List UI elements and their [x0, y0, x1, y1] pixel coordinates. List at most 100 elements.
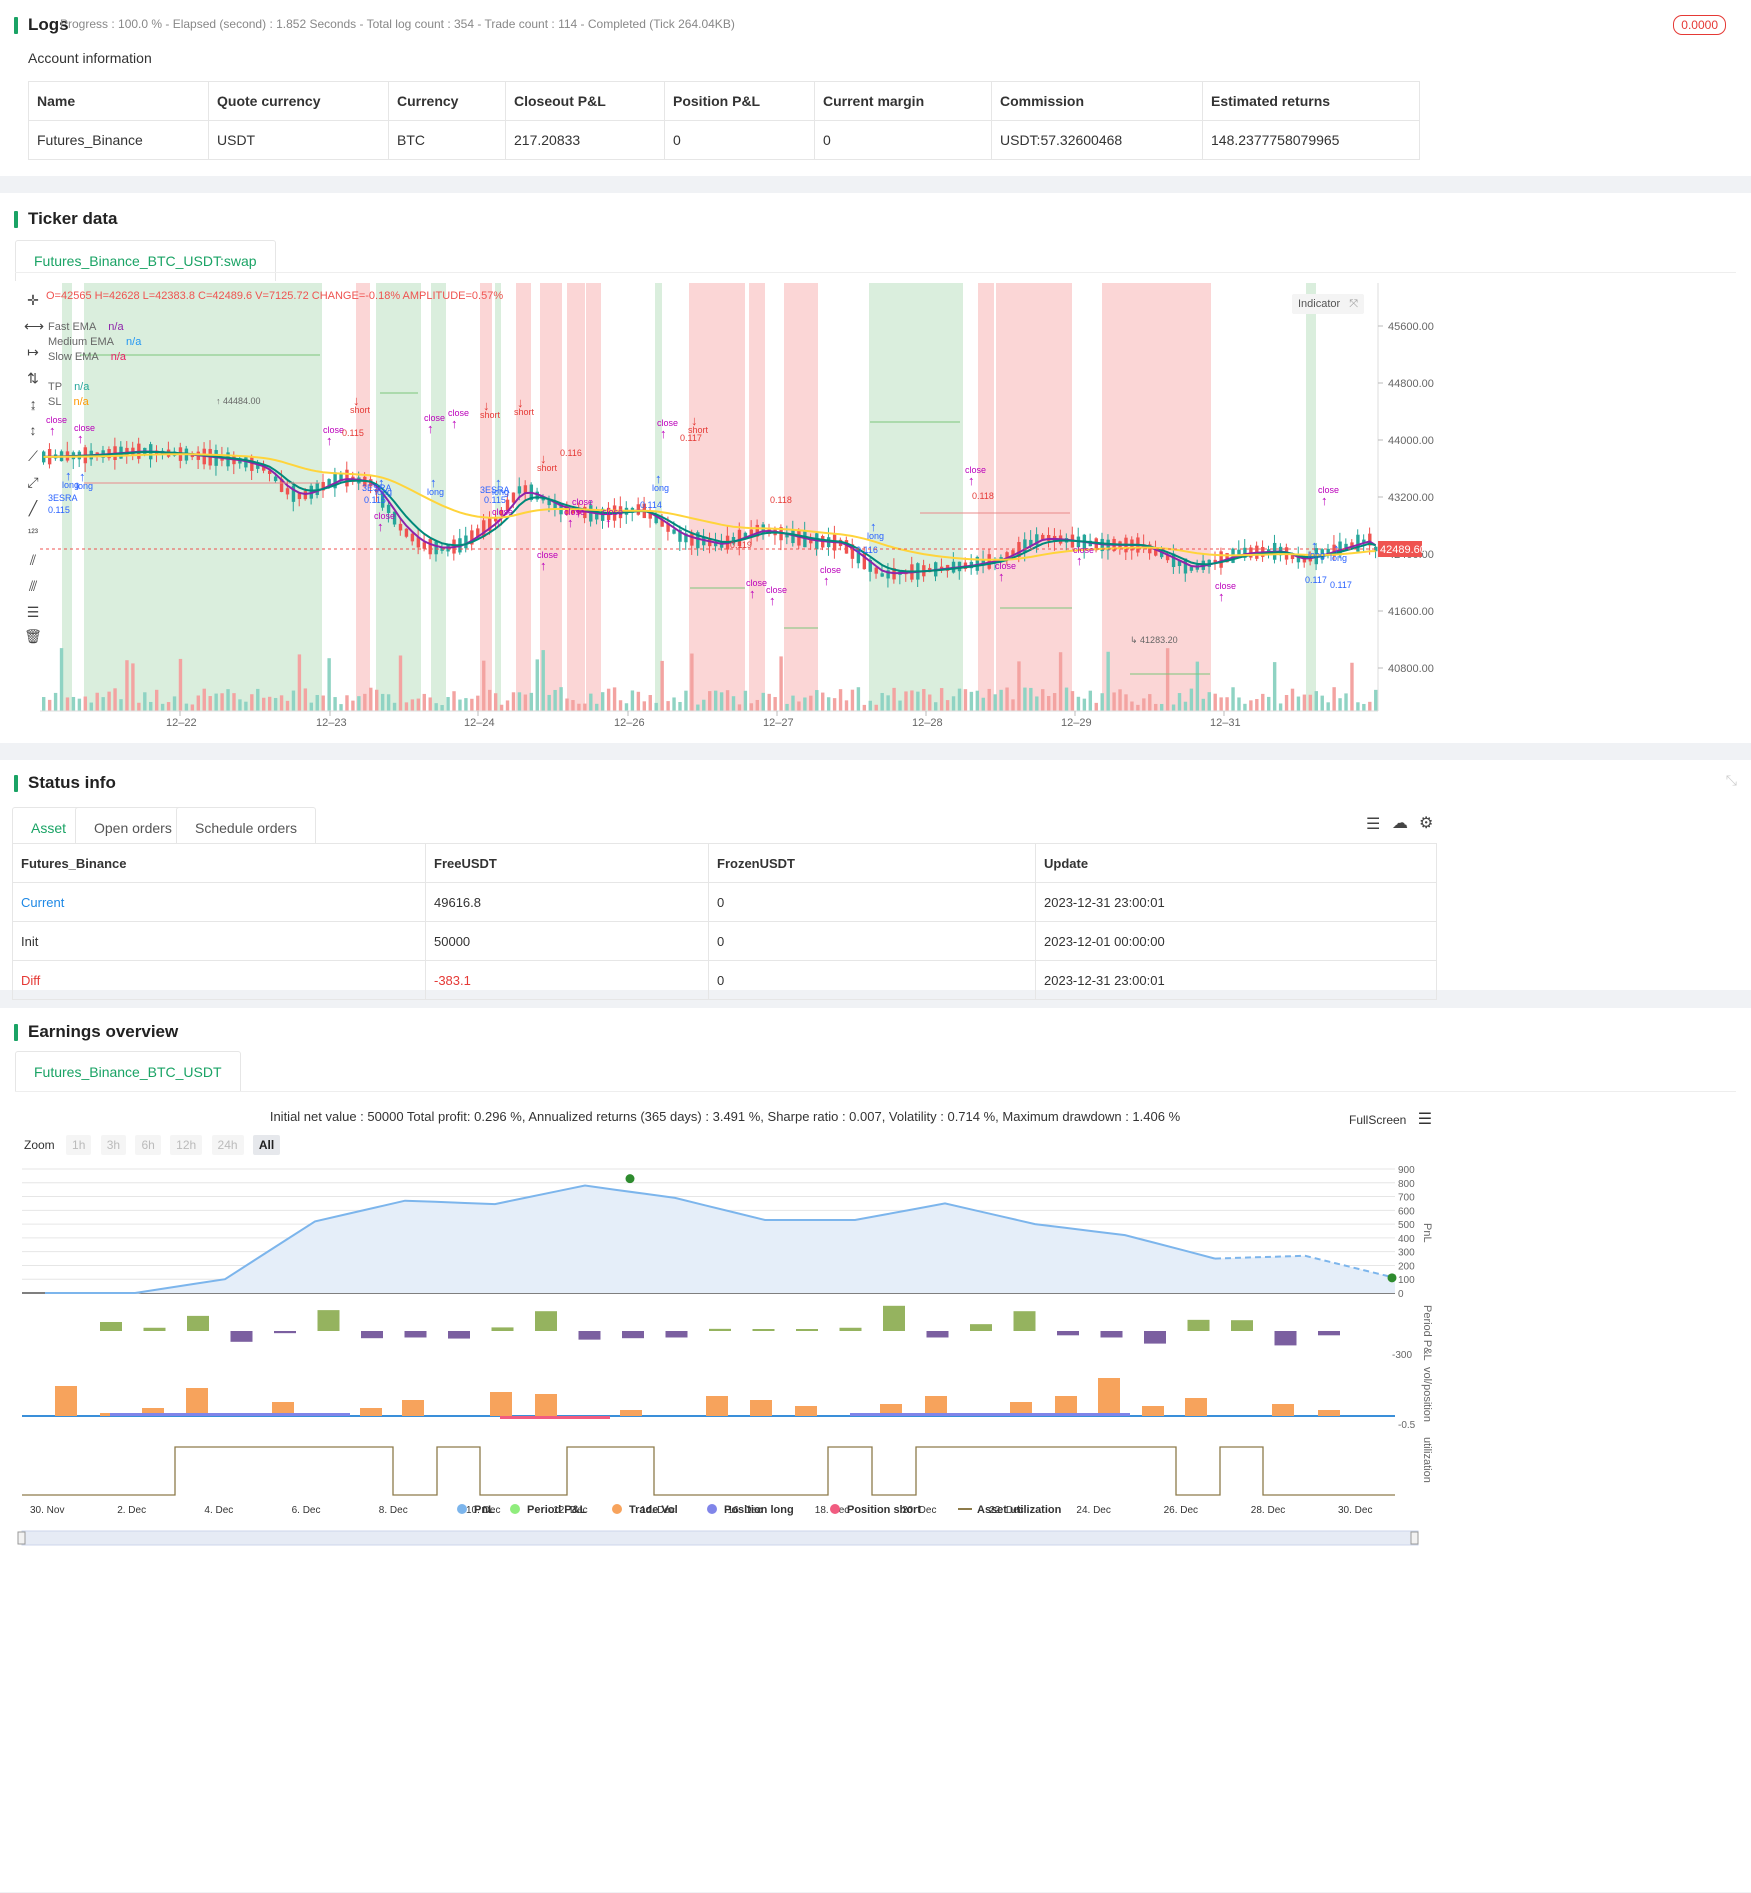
- fullscreen-button[interactable]: FullScreen ☰: [1349, 1109, 1432, 1129]
- menu-icon[interactable]: ☰: [1418, 1111, 1432, 1128]
- volume-bar: [1320, 695, 1324, 711]
- period-pnl-bar: [491, 1327, 514, 1331]
- trade-vol-bar: [360, 1408, 382, 1416]
- volume-bar: [107, 691, 111, 711]
- legend-item[interactable]: Fast EMA n/a: [48, 320, 141, 335]
- trade-vol-bar: [490, 1392, 512, 1416]
- period-pnl-bar: [970, 1324, 992, 1331]
- candle-body: [1041, 534, 1045, 540]
- volume-bar: [1284, 694, 1289, 711]
- high-price-label: ↑ 44484.00: [216, 396, 261, 406]
- volume-bar: [821, 692, 825, 711]
- settings-icon[interactable]: ⚙: [1419, 813, 1433, 833]
- status-panel: Status info ⤡ Asset Open orders Schedule…: [0, 760, 1751, 1000]
- indicator-button[interactable]: Indicator ⤧: [1292, 294, 1365, 314]
- zoom-1h-button[interactable]: 1h: [66, 1135, 92, 1155]
- tab-schedule-orders[interactable]: Schedule orders: [176, 807, 316, 848]
- volume-bar: [1314, 691, 1318, 711]
- ticker-panel: Ticker data Futures_Binance_BTC_USDT:swa…: [0, 193, 1751, 743]
- signal-label: 0.117: [1330, 580, 1352, 590]
- cloud-download-icon[interactable]: ☁: [1392, 813, 1408, 833]
- navigator-handle-left[interactable]: [17, 1531, 26, 1545]
- volume-bar: [589, 693, 593, 711]
- volume-bar: [1159, 703, 1164, 711]
- volume-bar: [1261, 693, 1265, 711]
- zoom-3h-button[interactable]: 3h: [100, 1135, 127, 1155]
- volume-bar: [83, 696, 88, 711]
- period-pnl-bar: [448, 1331, 470, 1339]
- volume-bar: [1356, 702, 1360, 711]
- legend-label: Period P&L: [527, 1504, 587, 1516]
- zoom-all-button[interactable]: All: [252, 1135, 281, 1155]
- x-tick-label: 28. Dec: [1251, 1505, 1285, 1516]
- volume-bar: [357, 696, 361, 711]
- legend-item[interactable]: TP n/a: [48, 380, 141, 395]
- cell-position-pnl: 0: [664, 120, 815, 160]
- volume-bar: [446, 697, 450, 711]
- volume-bar: [1177, 693, 1182, 711]
- col-position-pnl: Position P&L: [664, 81, 815, 121]
- account-title: Account information: [28, 50, 152, 66]
- x-tick-label: 30. Dec: [1338, 1505, 1372, 1516]
- list-view-icon[interactable]: ☰: [1366, 814, 1380, 834]
- volume-bar: [309, 702, 313, 711]
- tab-earnings-symbol[interactable]: Futures_Binance_BTC_USDT: [15, 1051, 241, 1092]
- volume-bar: [910, 690, 914, 711]
- legend-value: n/a: [126, 336, 142, 348]
- legend-item[interactable]: Medium EMA n/a: [48, 335, 141, 350]
- buy-arrow-icon: ↑: [567, 515, 574, 530]
- col-closeout-pnl: Closeout P&L: [505, 81, 665, 121]
- buy-arrow-icon: ↑: [377, 519, 384, 534]
- volume-bar: [363, 693, 367, 711]
- date-tick-label: 12–28: [912, 717, 943, 729]
- volume-bar: [71, 696, 76, 711]
- period-pnl-bar: [317, 1310, 340, 1331]
- trade-vol-bar: [795, 1406, 817, 1416]
- signal-label: 0.115: [364, 495, 386, 505]
- expand-icon[interactable]: ⤧: [1349, 298, 1358, 310]
- candle-body: [1189, 566, 1194, 571]
- volume-bar: [1225, 697, 1229, 711]
- zoom-24h-button[interactable]: 24h: [211, 1135, 244, 1155]
- volume-bar: [250, 694, 254, 711]
- table-row: Diff -383.1 0 2023-12-31 23:00:01: [12, 960, 1437, 1000]
- zoom-6h-button[interactable]: 6h: [135, 1135, 161, 1155]
- volume-bar: [53, 692, 58, 711]
- legend-item[interactable]: Slow EMA n/a: [48, 350, 141, 365]
- signal-label: 0.118: [770, 495, 792, 505]
- candlestick-chart[interactable]: close↑ close↑long↑long↑close↑short↓long↑c…: [40, 283, 1460, 733]
- volume-bar: [499, 704, 504, 711]
- period-pnl-bar: [1187, 1319, 1210, 1331]
- volume-bar: [809, 695, 813, 711]
- last-pnl-marker: [1387, 1273, 1397, 1283]
- navigator-handle-right[interactable]: [1410, 1531, 1419, 1545]
- legend-name: Medium EMA: [48, 336, 115, 348]
- price-tick-label: 44800.00: [1388, 378, 1434, 390]
- collapse-icon[interactable]: ⤡: [1726, 772, 1737, 789]
- tab-open-orders[interactable]: Open orders: [75, 807, 191, 848]
- trade-vol-bar: [402, 1400, 424, 1416]
- volume-bar: [939, 688, 944, 711]
- buy-arrow-icon: ↑: [430, 475, 437, 490]
- ticker-title: Ticker data: [14, 209, 117, 229]
- earnings-chart[interactable]: 900 800 700 600 500 400 300 200 100 0 30. Nov 30. …: [0, 1153, 1440, 1893]
- volume-bar: [1195, 661, 1200, 711]
- tab-ticker-symbol[interactable]: Futures_Binance_BTC_USDT:swap: [15, 240, 276, 281]
- volume-bar: [791, 695, 795, 711]
- volume-bar: [529, 692, 534, 711]
- buy-arrow-icon: ↑: [326, 433, 333, 448]
- zoom-12h-button[interactable]: 12h: [170, 1135, 203, 1155]
- period-pnl-bar: [883, 1305, 905, 1331]
- volume-bar: [975, 690, 980, 711]
- period-pnl-bar: [1144, 1331, 1166, 1344]
- navigator-bar[interactable]: [21, 1530, 1419, 1546]
- buy-arrow-icon: ↑: [769, 593, 776, 608]
- volume-bar: [113, 688, 117, 711]
- legend-item[interactable]: SL n/a: [48, 395, 141, 410]
- buy-arrow-icon: ↑: [451, 416, 458, 431]
- volume-bar: [238, 699, 242, 711]
- volume-bar: [1130, 701, 1134, 711]
- volume-bar: [850, 689, 855, 711]
- period-pnl-bar: [535, 1311, 557, 1331]
- cell-free: 49616.8: [425, 882, 709, 922]
